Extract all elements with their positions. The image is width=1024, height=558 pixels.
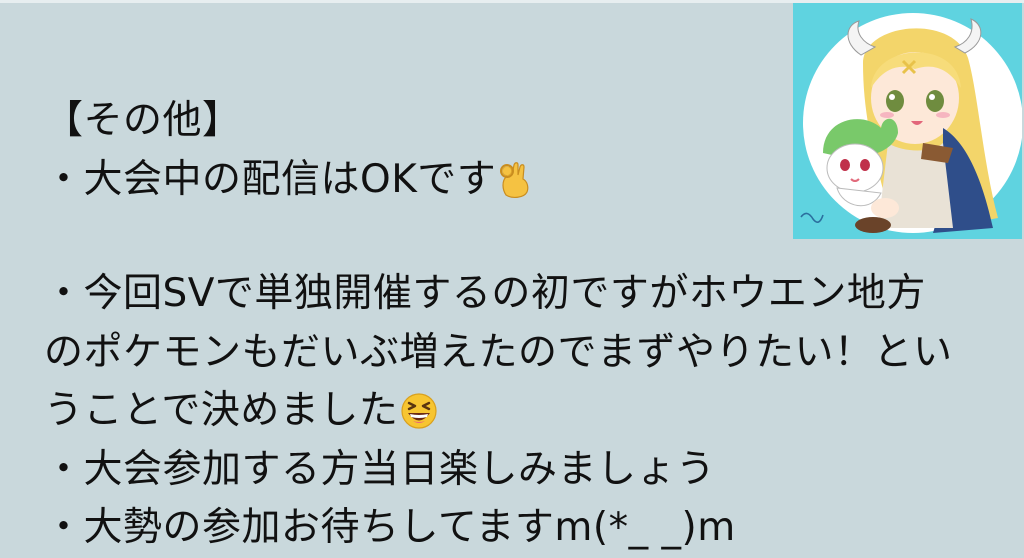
avatar[interactable] (793, 3, 1022, 239)
message-line-sv-tournament: ・今回SVで単独開催するの初ですがホウエン地方 (44, 265, 974, 324)
line-text: うことで決めました (44, 388, 399, 433)
line-text: のポケモンもだいぶ増えたのでまずやりたい！とい (44, 329, 953, 375)
message-line-hoenn-pokemon: のポケモンもだいぶ増えたのでまずやりたい！とい (44, 324, 974, 383)
line-text: ・大会中の配信はOKです (44, 156, 497, 202)
laughing-icon (400, 389, 438, 448)
message-line-waiting-participants: ・大勢の参加お待ちしてますm(*_ _)m (44, 499, 974, 558)
ok-hand-icon (498, 158, 534, 217)
message-line-enjoy-day: ・大会参加する方当日楽しみましょう (44, 441, 974, 500)
line-text: ・大勢の参加お待ちしてますm(*_ _)m (44, 505, 736, 550)
line-text: ・今回SVで単独開催するの初ですがホウエン地方 (44, 271, 926, 316)
message-line-decided: うことで決めました (44, 382, 974, 441)
avatar-illustration-icon (793, 3, 1022, 239)
line-text: 【その他】 (44, 98, 242, 143)
line-text: ・大会参加する方当日楽しみましょう (44, 446, 716, 492)
